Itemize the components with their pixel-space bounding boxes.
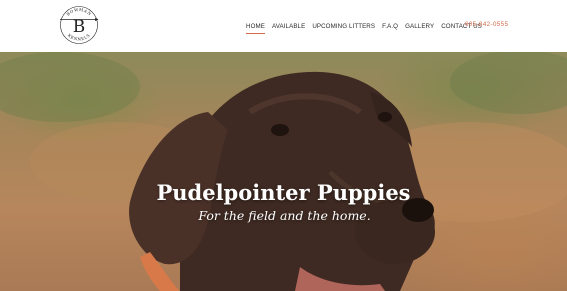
nav-item-available[interactable]: AVAILABLE: [272, 23, 305, 30]
logo-arc-top: BOWMAN: [65, 7, 92, 17]
nav-item-gallery[interactable]: GALLERY: [405, 23, 434, 30]
hero-subtitle: For the field and the home.: [198, 208, 371, 223]
site-header: BOWMAN B KENNELS HOME AVAILABLE UPCOMING…: [0, 0, 567, 52]
nav-item-faq[interactable]: F.A.Q: [382, 23, 398, 30]
nav-item-home[interactable]: HOME: [246, 23, 265, 34]
phone-number-link[interactable]: 605-842-0555: [465, 21, 508, 28]
bowman-kennels-logo[interactable]: BOWMAN B KENNELS: [59, 5, 99, 45]
svg-text:BOWMAN: BOWMAN: [65, 7, 92, 17]
nav-item-upcoming-litters[interactable]: UPCOMING LITTERS: [312, 23, 375, 30]
hero-dog-image: [0, 52, 567, 291]
main-nav: HOME AVAILABLE UPCOMING LITTERS F.A.Q GA…: [246, 19, 489, 34]
logo-letter: B: [73, 17, 86, 37]
hero-title: Pudelpointer Puppies: [156, 180, 411, 205]
hero-banner: Pudelpointer Puppies For the field and t…: [0, 52, 567, 291]
